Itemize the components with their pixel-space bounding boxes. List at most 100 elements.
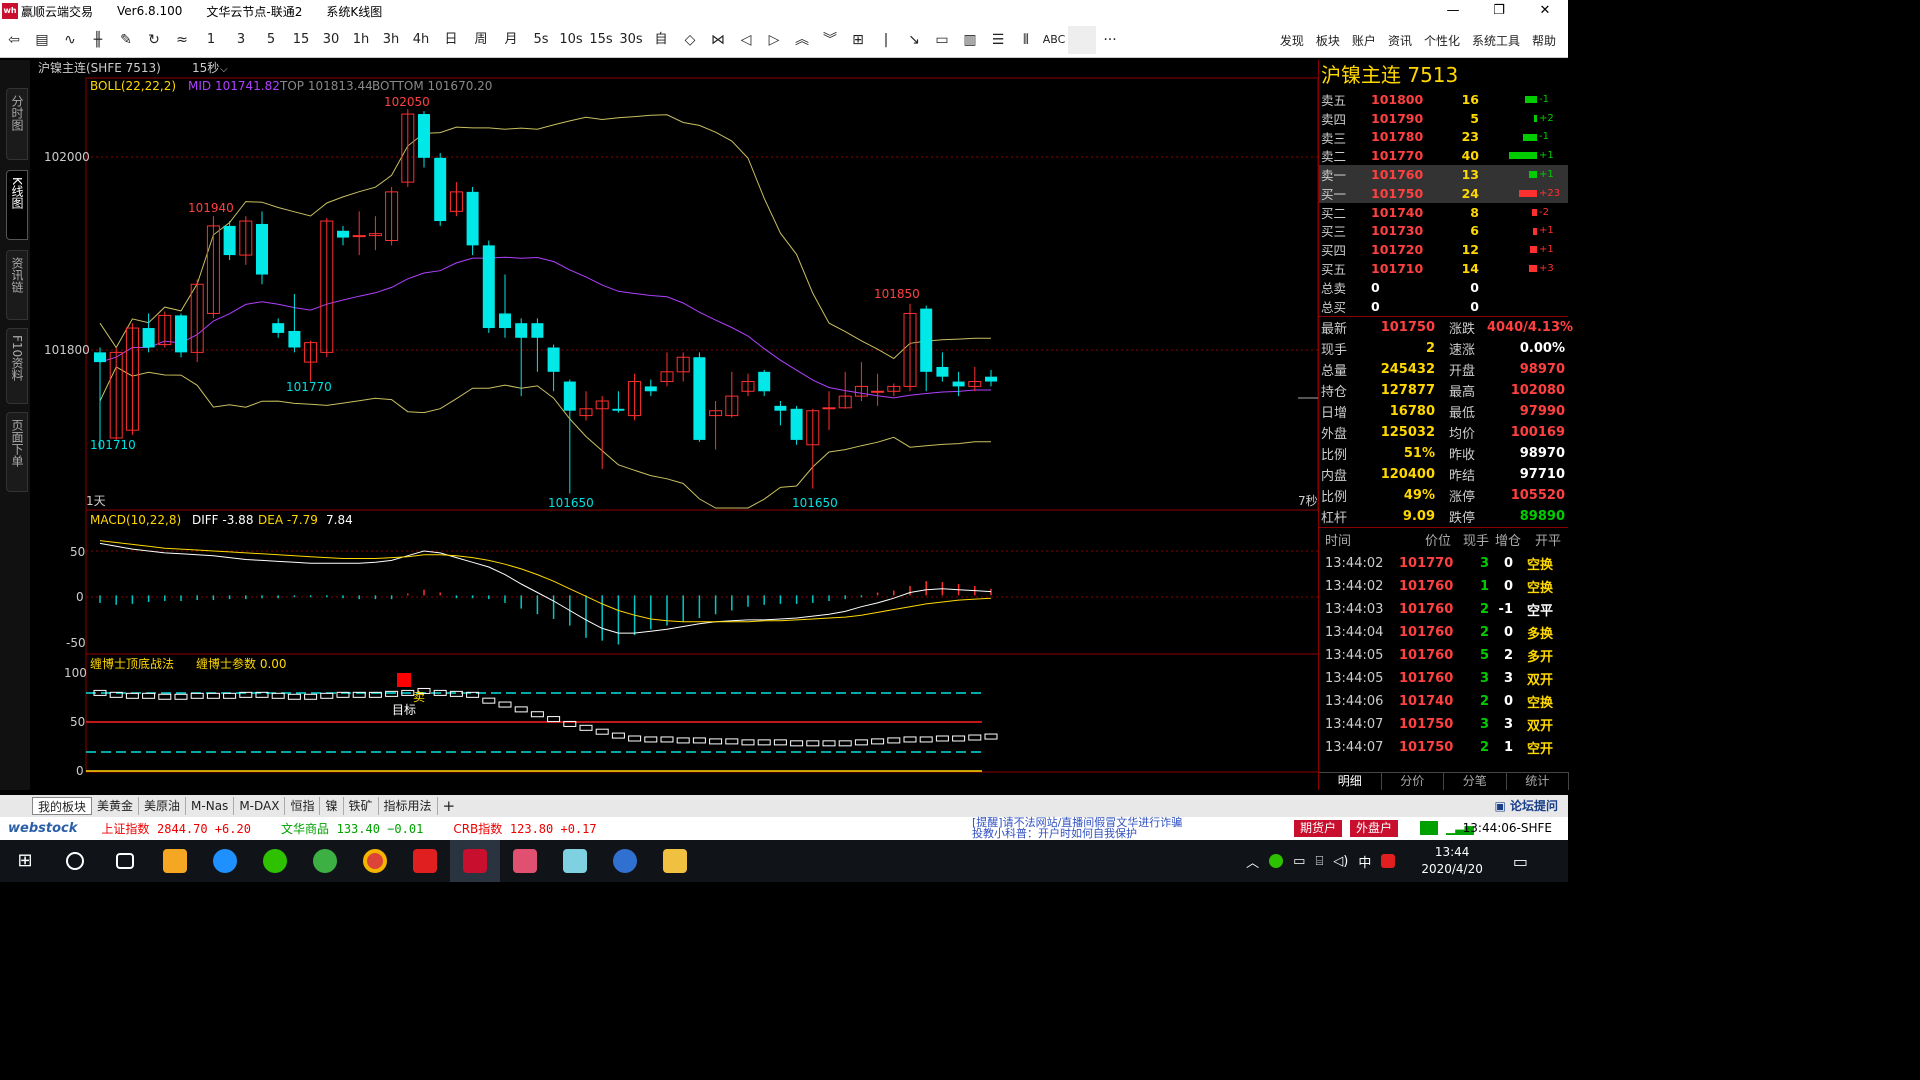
index-crb[interactable]: CRB指数 123.80 +0.17 <box>453 820 596 837</box>
bottom-tab[interactable]: 镍 <box>320 797 344 815</box>
tray-expand-icon[interactable]: ︿ <box>1246 852 1259 871</box>
panel-tab[interactable]: 明细 <box>1319 773 1382 790</box>
orderbook-row[interactable]: 卖四 101790 5 +2 <box>1319 109 1568 128</box>
orderbook-row[interactable]: 卖一 101760 13 +1 <box>1319 165 1568 184</box>
chrome-icon[interactable] <box>350 840 400 882</box>
network-icon[interactable]: ⌸ <box>1315 854 1323 869</box>
period-button[interactable]: 3 <box>226 26 256 54</box>
app-red-icon[interactable] <box>400 840 450 882</box>
app-cyan-icon[interactable] <box>550 840 600 882</box>
period-button[interactable]: 15s <box>586 26 616 54</box>
tab-kline[interactable]: K线图 <box>6 170 28 240</box>
tab-order-page[interactable]: 页面下单 <box>6 412 28 492</box>
period-button[interactable]: 月 <box>496 26 526 54</box>
tab-news-chain[interactable]: 资讯链 <box>6 250 28 320</box>
panel-tab[interactable]: 分价 <box>1382 773 1444 790</box>
orderbook-row[interactable]: 买四 101720 12 +1 <box>1319 240 1568 259</box>
more-button[interactable]: ··· <box>1096 26 1124 54</box>
close-button[interactable]: ✕ <box>1522 0 1568 22</box>
orderbook-row[interactable]: 买二 101740 8 -2 <box>1319 203 1568 222</box>
trade-row[interactable]: 13:44:07 101750 3 3 双开 <box>1319 713 1568 736</box>
trade-row[interactable]: 13:44:05 101760 5 2 多开 <box>1319 644 1568 667</box>
right-arrow-icon[interactable]: ▷ <box>760 26 788 54</box>
refresh-icon[interactable]: ↻ <box>140 26 168 54</box>
period-button[interactable]: 1 <box>196 26 226 54</box>
period-button[interactable]: 3h <box>376 26 406 54</box>
app-globe-icon[interactable] <box>600 840 650 882</box>
line-chart-icon[interactable]: ∿ <box>56 26 84 54</box>
orderbook-row[interactable]: 卖五 101800 16 -1 <box>1319 90 1568 109</box>
period-button[interactable]: 1h <box>346 26 376 54</box>
app-pink-icon[interactable] <box>500 840 550 882</box>
period-button[interactable]: 5s <box>526 26 556 54</box>
period-selector[interactable]: 15秒 <box>192 61 219 75</box>
taskbar-clock[interactable]: 13:44 2020/4/20 <box>1421 844 1483 878</box>
windows-start-icon[interactable]: ⊞ <box>0 840 50 882</box>
left-arrow-icon[interactable]: ◁ <box>732 26 760 54</box>
folder-icon[interactable] <box>650 840 700 882</box>
fib-icon[interactable]: ☰ <box>984 26 1012 54</box>
wechat-icon[interactable] <box>250 840 300 882</box>
menu-item[interactable]: 发现 <box>1280 32 1304 49</box>
tab-f10[interactable]: F10资料 <box>6 328 28 404</box>
maximize-button[interactable]: ❐ <box>1476 0 1522 22</box>
bottom-tab[interactable]: 指标用法 <box>379 797 438 815</box>
panel-tab[interactable]: 分笔 <box>1444 773 1507 790</box>
task-view-icon[interactable] <box>100 840 150 882</box>
draw-icon[interactable]: ✎ <box>112 26 140 54</box>
menu-item[interactable]: 个性化 <box>1424 32 1460 49</box>
period-button[interactable]: 周 <box>466 26 496 54</box>
macd-name[interactable]: MACD(10,22,8) <box>90 513 181 527</box>
trade-row[interactable]: 13:44:04 101760 2 0 多换 <box>1319 621 1568 644</box>
index-sh[interactable]: 上证指数 2844.70 +6.20 <box>101 820 251 837</box>
menu-item[interactable]: 账户 <box>1352 32 1376 49</box>
layout-grid-icon[interactable]: ⊞ <box>844 26 872 54</box>
bottom-tab[interactable]: M-DAX <box>234 797 286 815</box>
forum-button[interactable]: ▣ 论坛提问 <box>1494 795 1558 817</box>
menu-item[interactable]: 系统工具 <box>1472 32 1520 49</box>
chart-area[interactable]: 沪镍主连(SHFE 7513) 15秒 ⌵ BOLL(22,22,2) MID … <box>30 60 1319 790</box>
add-tab-button[interactable]: + <box>438 797 461 815</box>
expand-icon[interactable]: ⋈ <box>704 26 732 54</box>
futures-account-button[interactable]: 期货户 <box>1294 820 1343 837</box>
vertical-line-icon[interactable]: | <box>872 26 900 54</box>
search-icon[interactable] <box>50 840 100 882</box>
index-wh[interactable]: 文华商品 133.40 −0.01 <box>281 820 423 837</box>
foreign-account-button[interactable]: 外盘户 <box>1350 820 1399 837</box>
trade-row[interactable]: 13:44:02 101770 3 0 空换 <box>1319 552 1568 575</box>
text-box-icon[interactable]: ▥ <box>956 26 984 54</box>
period-button[interactable]: 日 <box>436 26 466 54</box>
orderbook-row[interactable]: 买三 101730 6 +1 <box>1319 222 1568 241</box>
orderbook-row[interactable]: 买五 101710 14 +3 <box>1319 259 1568 278</box>
candle-icon[interactable]: ╫ <box>84 26 112 54</box>
period-button[interactable]: 30 <box>316 26 346 54</box>
minimize-button[interactable]: — <box>1430 0 1476 22</box>
period-button[interactable]: 4h <box>406 26 436 54</box>
down-chevron-icon[interactable]: ︾ <box>816 26 844 54</box>
period-button[interactable]: 30s <box>616 26 646 54</box>
orderbook-row[interactable]: 总买 0 0 <box>1319 297 1568 316</box>
trade-row[interactable]: 13:44:07 101750 2 1 空开 <box>1319 736 1568 759</box>
chart-canvas[interactable]: 沪镍主连(SHFE 7513) 15秒 ⌵ BOLL(22,22,2) MID … <box>30 60 1319 790</box>
bottom-tab[interactable]: M-Nas <box>186 797 235 815</box>
ind3-name[interactable]: 缠博士顶底战法 <box>90 656 174 671</box>
browser-green-icon[interactable] <box>300 840 350 882</box>
tray-app-icon[interactable] <box>1381 854 1396 868</box>
columns-icon[interactable]: ⫴ <box>1012 26 1040 54</box>
up-chevron-icon[interactable]: ︽ <box>788 26 816 54</box>
bottom-tab[interactable]: 美原油 <box>139 797 187 815</box>
rectangle-icon[interactable]: ▭ <box>928 26 956 54</box>
period-button[interactable]: 5 <box>256 26 286 54</box>
notification-icon[interactable]: ▭ <box>1513 852 1528 871</box>
period-button[interactable]: 15 <box>286 26 316 54</box>
trade-row[interactable]: 13:44:03 101760 2 -1 空平 <box>1319 598 1568 621</box>
tray-wechat-icon[interactable] <box>1269 854 1284 868</box>
menu-item[interactable]: 帮助 <box>1532 32 1556 49</box>
menu-item[interactable]: 板块 <box>1316 32 1340 49</box>
wenhua-app-icon[interactable] <box>450 840 500 882</box>
battery-icon[interactable]: ▭ <box>1293 854 1305 869</box>
bottom-tab[interactable]: 恒指 <box>285 797 321 815</box>
bottom-tab[interactable]: 我的板块 <box>32 797 93 815</box>
browser-blue-icon[interactable] <box>200 840 250 882</box>
quote-list-icon[interactable]: ▤ <box>28 26 56 54</box>
